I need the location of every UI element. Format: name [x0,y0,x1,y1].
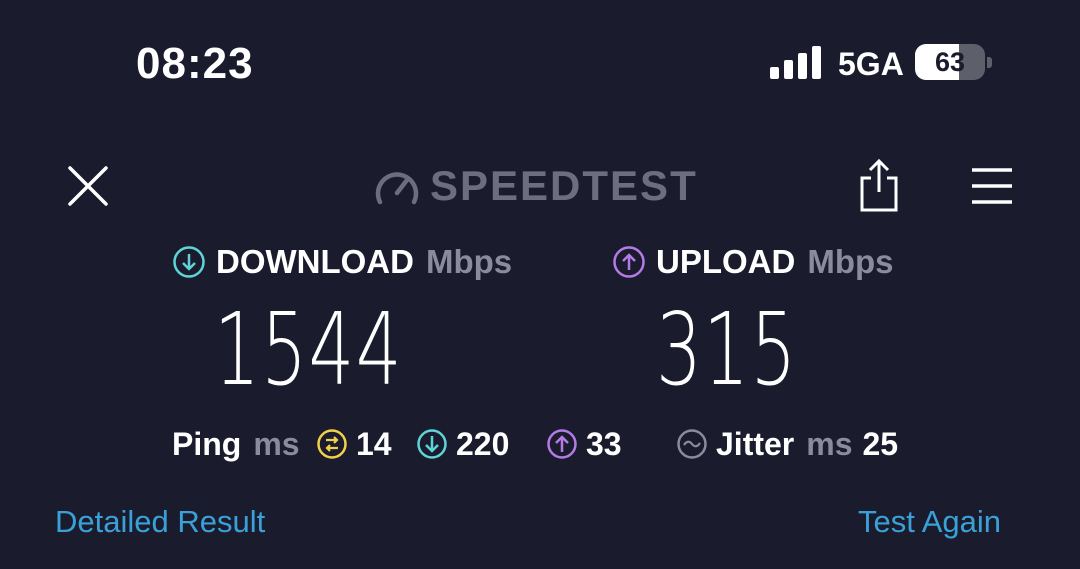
status-time: 08:23 [136,39,254,88]
gauge-icon [375,172,419,205]
jitter-wave-icon [676,428,708,460]
download-ping-icon [416,428,448,460]
ping-unit: ms [253,426,300,462]
download-speed-value: 1544 [214,291,403,408]
upload-arrow-icon [612,245,646,279]
battery-percent: 63 [934,47,966,77]
download-label: DOWNLOAD [216,243,414,280]
upload-label: UPLOAD [656,243,796,280]
cellular-signal-icon [770,46,822,79]
ping-idle-value: 14 [356,426,392,462]
ping-download-value: 220 [456,426,510,462]
upload-ping-icon [546,428,578,460]
speedtest-logo: SPEEDTEST [374,160,698,212]
jitter-label: Jitter [716,426,795,462]
battery-icon: 63 [915,44,992,80]
logo-text: SPEEDTEST [430,162,698,209]
idle-ping-icon [316,428,348,460]
download-arrow-icon [172,245,206,279]
upload-unit: Mbps [807,243,894,280]
test-again-link[interactable]: Test Again [858,502,1001,542]
ping-download-group: 220 [416,424,509,464]
ping-label-group: Ping ms [172,424,310,464]
jitter-value: 25 [862,426,899,462]
ping-idle-group: 14 [316,424,392,464]
upload-label-group: UPLOAD Mbps [612,242,894,282]
upload-speed-value: 315 [656,291,798,408]
download-unit: Mbps [425,243,513,280]
close-button[interactable] [64,162,112,210]
network-type: 5GA [838,46,904,82]
hamburger-menu-icon [972,168,1012,204]
share-icon [860,158,898,212]
ping-upload-value: 33 [586,426,622,462]
detailed-result-link[interactable]: Detailed Result [55,502,265,542]
share-button[interactable] [856,158,902,214]
jitter-unit: ms [806,426,853,462]
close-icon [68,166,108,206]
ping-upload-group: 33 [546,424,622,464]
jitter-group: Jitter ms 25 [676,424,898,464]
menu-button[interactable] [970,166,1014,206]
download-label-group: DOWNLOAD Mbps [172,242,512,282]
ping-label: Ping [172,426,242,462]
